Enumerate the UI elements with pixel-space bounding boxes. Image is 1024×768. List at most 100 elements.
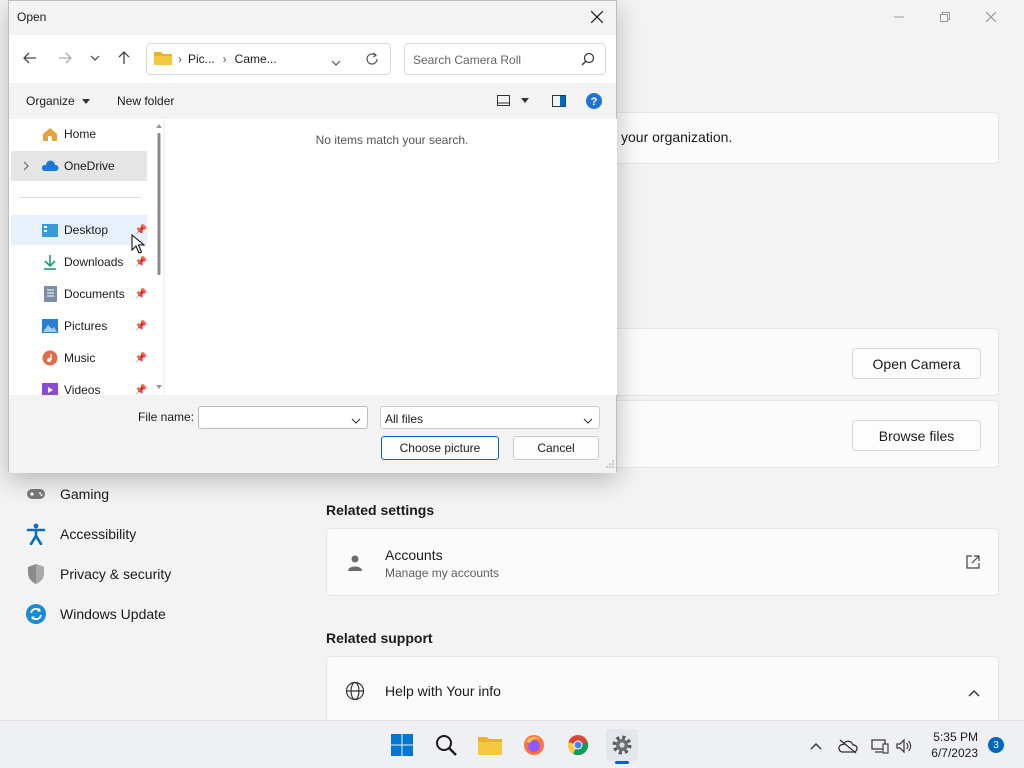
chevron-right-icon[interactable]: [11, 161, 41, 171]
related-settings-heading: Related settings: [326, 502, 435, 518]
address-dropdown-button[interactable]: [331, 55, 341, 69]
tree-label: Music: [64, 351, 96, 365]
svg-text:?: ?: [591, 96, 598, 108]
view-icon: [497, 95, 510, 106]
nav-item-windows-update[interactable]: Windows Update: [24, 602, 166, 626]
firefox-icon: [524, 735, 544, 755]
show-hidden-icons-button[interactable]: [805, 735, 827, 757]
volume-tray[interactable]: [893, 735, 915, 757]
window-controls: [876, 6, 1014, 28]
tree-item-onedrive[interactable]: OneDrive: [11, 151, 147, 181]
pin-icon: 📌: [134, 288, 147, 300]
picture-icon: [41, 318, 59, 334]
search-box[interactable]: Search Camera Roll: [404, 43, 606, 75]
close-window-button[interactable]: [968, 6, 1014, 28]
shield-icon: [24, 562, 48, 586]
nav-item-gaming[interactable]: Gaming: [24, 482, 109, 506]
file-type-select[interactable]: All files: [380, 406, 600, 429]
file-explorer-button[interactable]: [474, 729, 506, 761]
tree-item-downloads[interactable]: Downloads 📌: [11, 247, 147, 277]
tree-item-pictures[interactable]: Pictures 📌: [11, 311, 147, 341]
tree-item-videos[interactable]: Videos 📌: [11, 375, 147, 395]
organize-label: Organize: [26, 94, 75, 108]
pin-icon: 📌: [134, 320, 147, 332]
caret-down-icon: [82, 99, 91, 105]
help-title: Help with Your info: [385, 683, 501, 699]
video-icon: [41, 382, 59, 395]
settings-taskbar-button[interactable]: [606, 729, 638, 764]
close-icon: [591, 11, 603, 23]
chrome-button[interactable]: [562, 729, 594, 761]
file-name-label: File name:: [138, 410, 195, 424]
network-tray[interactable]: [869, 735, 891, 757]
clock-time: 5:35 PM: [933, 730, 978, 744]
nav-item-accessibility[interactable]: Accessibility: [24, 522, 136, 546]
navigation-pane: Home OneDrive Desktop 📌 Downloads 📌 Docu…: [9, 119, 163, 395]
help-card[interactable]: Help with Your info: [326, 656, 999, 720]
onedrive-tray[interactable]: [837, 735, 859, 757]
restore-button[interactable]: [922, 6, 968, 28]
globe-icon: [345, 681, 365, 704]
cancel-button[interactable]: Cancel: [513, 436, 599, 460]
nav-label: Accessibility: [60, 526, 137, 542]
open-camera-button[interactable]: Open Camera: [852, 348, 981, 379]
windows-logo-icon: [391, 734, 413, 756]
pin-icon: 📌: [134, 256, 147, 268]
recent-locations-button[interactable]: [84, 47, 106, 69]
network-icon: [871, 739, 889, 754]
up-button[interactable]: [113, 47, 135, 69]
minimize-button[interactable]: [876, 6, 922, 28]
dialog-footer: File name: All files Choose picture Canc…: [9, 397, 616, 473]
tree-item-home[interactable]: Home: [11, 119, 147, 149]
refresh-icon: [366, 52, 378, 65]
arrow-right-icon: [59, 52, 72, 64]
download-icon: [41, 254, 59, 270]
dialog-close-button[interactable]: [584, 4, 610, 30]
chevron-up-icon[interactable]: [968, 685, 980, 700]
clock[interactable]: 5:35 PM 6/7/2023: [931, 729, 978, 761]
chevron-down-icon: [331, 60, 341, 66]
caret-down-icon: [521, 98, 530, 103]
breadcrumb-item[interactable]: Came...: [235, 52, 277, 66]
view-options-button[interactable]: [497, 95, 530, 109]
new-folder-button[interactable]: New folder: [117, 94, 174, 108]
preview-pane-button[interactable]: [552, 95, 566, 110]
chrome-icon: [567, 735, 589, 756]
camera-card: Open Camera: [600, 328, 999, 396]
browse-files-button[interactable]: Browse files: [852, 420, 981, 451]
choose-picture-button[interactable]: Choose picture: [381, 436, 499, 460]
file-name-input[interactable]: [198, 406, 368, 429]
help-button[interactable]: ?: [586, 93, 602, 112]
gamepad-icon: [24, 482, 48, 506]
back-button[interactable]: [19, 47, 41, 69]
tree-label: Videos: [64, 383, 101, 395]
command-bar: Organize New folder ?: [9, 89, 616, 115]
navigation-scrollbar[interactable]: [155, 119, 163, 395]
clock-date: 6/7/2023: [931, 746, 978, 760]
file-list-pane[interactable]: No items match your search.: [165, 119, 617, 395]
tree-item-music[interactable]: Music 📌: [11, 343, 147, 373]
resize-grip-icon[interactable]: [606, 457, 614, 471]
tree-item-desktop[interactable]: Desktop 📌: [11, 215, 147, 245]
accounts-card[interactable]: Accounts Manage my accounts: [326, 528, 999, 596]
firefox-button[interactable]: [518, 729, 550, 761]
tree-item-documents[interactable]: Documents 📌: [11, 279, 147, 309]
refresh-button[interactable]: [365, 52, 379, 69]
arrow-up-icon: [118, 51, 130, 64]
organize-button[interactable]: Organize: [26, 94, 91, 108]
tree-label: Downloads: [64, 255, 124, 269]
close-icon: [986, 12, 996, 22]
nav-item-privacy[interactable]: Privacy & security: [24, 562, 171, 586]
start-button[interactable]: [386, 729, 418, 761]
organization-text: your organization.: [621, 129, 733, 145]
address-bar[interactable]: › Pic... › Came...: [146, 43, 391, 75]
nav-label: Privacy & security: [60, 566, 172, 582]
windows-update-icon: [24, 602, 48, 626]
forward-button[interactable]: [54, 47, 76, 69]
breadcrumb-separator-icon: ›: [178, 52, 182, 66]
search-button[interactable]: [430, 729, 462, 761]
related-support-heading: Related support: [326, 630, 433, 646]
notification-badge[interactable]: 3: [988, 737, 1004, 753]
file-name-dropdown[interactable]: [351, 413, 361, 427]
breadcrumb-item[interactable]: Pic...: [188, 52, 215, 66]
